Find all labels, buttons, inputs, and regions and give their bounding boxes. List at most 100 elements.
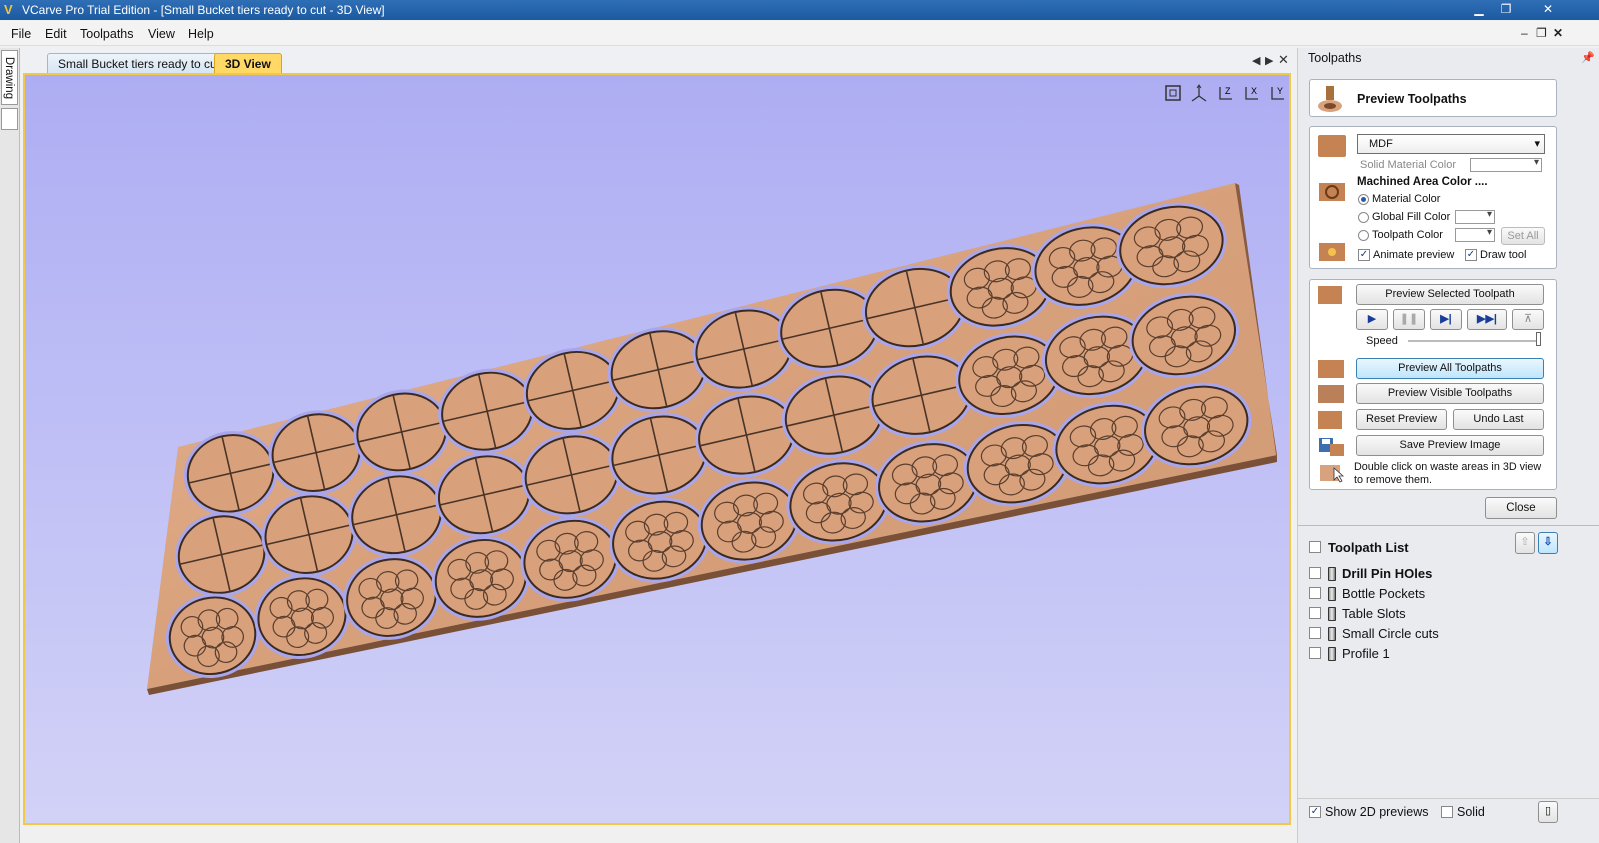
toolpath-color-label: Toolpath Color	[1372, 229, 1443, 241]
preview-selected-button[interactable]: Preview Selected Toolpath	[1356, 284, 1544, 305]
drill-tool-icon	[1328, 567, 1336, 581]
reset-preview-icon	[1318, 411, 1342, 429]
material-icon	[1318, 135, 1346, 157]
panel-toggle-icon[interactable]: ▯	[1538, 801, 1558, 823]
animate-preview-checkbox[interactable]: ✓	[1358, 249, 1370, 261]
restore-icon[interactable]: ❐	[1493, 0, 1519, 18]
material-color-label: Material Color	[1372, 193, 1441, 205]
menu-edit[interactable]: Edit	[45, 27, 67, 41]
preview-controls-box: Preview Selected Toolpath ▶ ❚❚ ▶| ▶▶| ⊼ …	[1309, 279, 1557, 490]
preview-selected-icon	[1318, 286, 1342, 304]
solid-material-color-label: Solid Material Color	[1360, 159, 1456, 171]
drawing-side-tab[interactable]: Drawing	[1, 50, 18, 105]
mdi-minimize-icon[interactable]: –	[1521, 26, 1528, 40]
left-dock-strip	[0, 48, 20, 843]
speed-label: Speed	[1366, 335, 1398, 347]
menu-file[interactable]: File	[11, 27, 31, 41]
tab-scroll-right-icon[interactable]: ▶	[1265, 54, 1273, 67]
hint-text: Double click on waste areas in 3D view t…	[1354, 461, 1542, 486]
material-select-value: MDF	[1369, 138, 1393, 150]
toolpath-checkbox[interactable]	[1309, 647, 1321, 659]
reset-preview-button[interactable]: Reset Preview	[1356, 409, 1447, 430]
drawing-tab-label: Drawing	[3, 56, 16, 99]
panel-divider	[1298, 525, 1599, 526]
preview-title-box: Preview Toolpaths	[1309, 79, 1557, 117]
draw-tool-checkbox[interactable]: ✓	[1465, 249, 1477, 261]
menu-help[interactable]: Help	[188, 27, 214, 41]
machined-area-label: Machined Area Color ....	[1357, 176, 1488, 188]
toolpath-name: Drill Pin HOles	[1342, 566, 1433, 581]
global-fill-color-select[interactable]	[1455, 209, 1495, 224]
global-fill-color-label: Global Fill Color	[1372, 211, 1451, 223]
toolpath-name: Table Slots	[1342, 606, 1406, 621]
toolpath-color-select[interactable]	[1455, 227, 1495, 242]
document-tab-bar: Small Bucket tiers ready to cut 3D View …	[21, 48, 1294, 74]
minimize-icon[interactable]: ▁	[1466, 0, 1492, 18]
menu-view[interactable]: View	[148, 27, 175, 41]
mdi-close-icon[interactable]: ✕	[1553, 26, 1563, 40]
global-fill-color-radio[interactable]	[1358, 212, 1369, 223]
preview-all-icon	[1318, 360, 1344, 378]
undo-last-button[interactable]: Undo Last	[1453, 409, 1544, 430]
pause-button[interactable]: ❚❚	[1393, 309, 1425, 330]
toolpath-checkbox[interactable]	[1309, 607, 1321, 619]
mdi-restore-icon[interactable]: ❐	[1536, 26, 1547, 40]
3d-viewport[interactable]: Z X Y	[23, 73, 1291, 825]
animate-icon	[1318, 240, 1346, 262]
toolpath-color-radio[interactable]	[1358, 230, 1369, 241]
tab-drawing-file[interactable]: Small Bucket tiers ready to cut	[47, 53, 232, 74]
toolpath-list-title: Toolpath List	[1328, 540, 1409, 555]
preview-all-button[interactable]: Preview All Toolpaths	[1356, 358, 1544, 379]
endmill-tool-icon	[1328, 627, 1336, 641]
play-button[interactable]: ▶	[1356, 309, 1388, 330]
solid-material-color-select[interactable]	[1470, 157, 1542, 172]
move-down-button[interactable]: ⇩	[1538, 532, 1558, 554]
toolpath-list-select-all-checkbox[interactable]	[1309, 541, 1321, 553]
speed-slider[interactable]	[1408, 340, 1540, 342]
toolpath-checkbox[interactable]	[1309, 627, 1321, 639]
step-button[interactable]: ▶|	[1430, 309, 1462, 330]
toolpath-name: Small Circle cuts	[1342, 626, 1439, 641]
close-window-icon[interactable]: ✕	[1528, 0, 1568, 18]
save-image-icon	[1318, 436, 1346, 458]
app-logo-icon: V	[4, 2, 13, 17]
pin-icon[interactable]: 📌	[1581, 51, 1595, 64]
animate-preview-label: Animate preview	[1373, 249, 1455, 261]
toolpath-name: Bottle Pockets	[1342, 586, 1426, 601]
panel-header: Toolpaths	[1308, 51, 1362, 65]
cursor-hand-icon	[1318, 462, 1346, 484]
speed-slider-handle[interactable]	[1536, 332, 1541, 346]
tab-close-icon[interactable]: ✕	[1278, 52, 1289, 68]
material-select[interactable]: MDF ▾	[1357, 134, 1545, 154]
toolpath-checkbox[interactable]	[1309, 567, 1321, 579]
endmill-tool-icon	[1328, 587, 1336, 601]
show-2d-previews-label: Show 2D previews	[1325, 805, 1429, 819]
chevron-down-icon: ▾	[1534, 138, 1540, 150]
preview-visible-button[interactable]: Preview Visible Toolpaths	[1356, 383, 1544, 404]
toolpath-checkbox[interactable]	[1309, 587, 1321, 599]
show-2d-previews-checkbox[interactable]: ✓	[1309, 806, 1321, 818]
fast-forward-button[interactable]: ▶▶|	[1467, 309, 1507, 330]
solid-checkbox[interactable]	[1441, 806, 1453, 818]
menu-bar: File Edit Toolpaths View Help – ❐ ✕	[0, 21, 1599, 46]
tab-scroll-left-icon[interactable]: ◀	[1252, 54, 1260, 67]
move-up-button[interactable]: ⇧	[1515, 532, 1535, 554]
endmill-tool-icon	[1328, 607, 1336, 621]
window-title: VCarve Pro Trial Edition - [Small Bucket…	[22, 3, 385, 17]
tab-3d-view[interactable]: 3D View	[214, 53, 282, 74]
material-options-box: MDF ▾ Solid Material Color Machined Area…	[1309, 126, 1557, 269]
draw-tool-label: Draw tool	[1480, 249, 1527, 261]
close-button[interactable]: Close	[1485, 497, 1557, 519]
side-tab-blank[interactable]	[1, 108, 18, 130]
menu-toolpaths[interactable]: Toolpaths	[80, 27, 134, 41]
material-color-radio[interactable]	[1358, 194, 1369, 205]
save-preview-image-button[interactable]: Save Preview Image	[1356, 435, 1544, 456]
board-model	[147, 183, 1277, 695]
circle-cutouts	[165, 202, 1252, 679]
preview-visible-icon	[1318, 385, 1344, 403]
title-bar: V VCarve Pro Trial Edition - [Small Buck…	[0, 0, 1599, 20]
preview-title: Preview Toolpaths	[1357, 92, 1467, 106]
stop-top-button[interactable]: ⊼	[1512, 309, 1544, 330]
preview-toolpaths-icon	[1318, 86, 1342, 112]
set-all-button[interactable]: Set All	[1501, 227, 1545, 245]
